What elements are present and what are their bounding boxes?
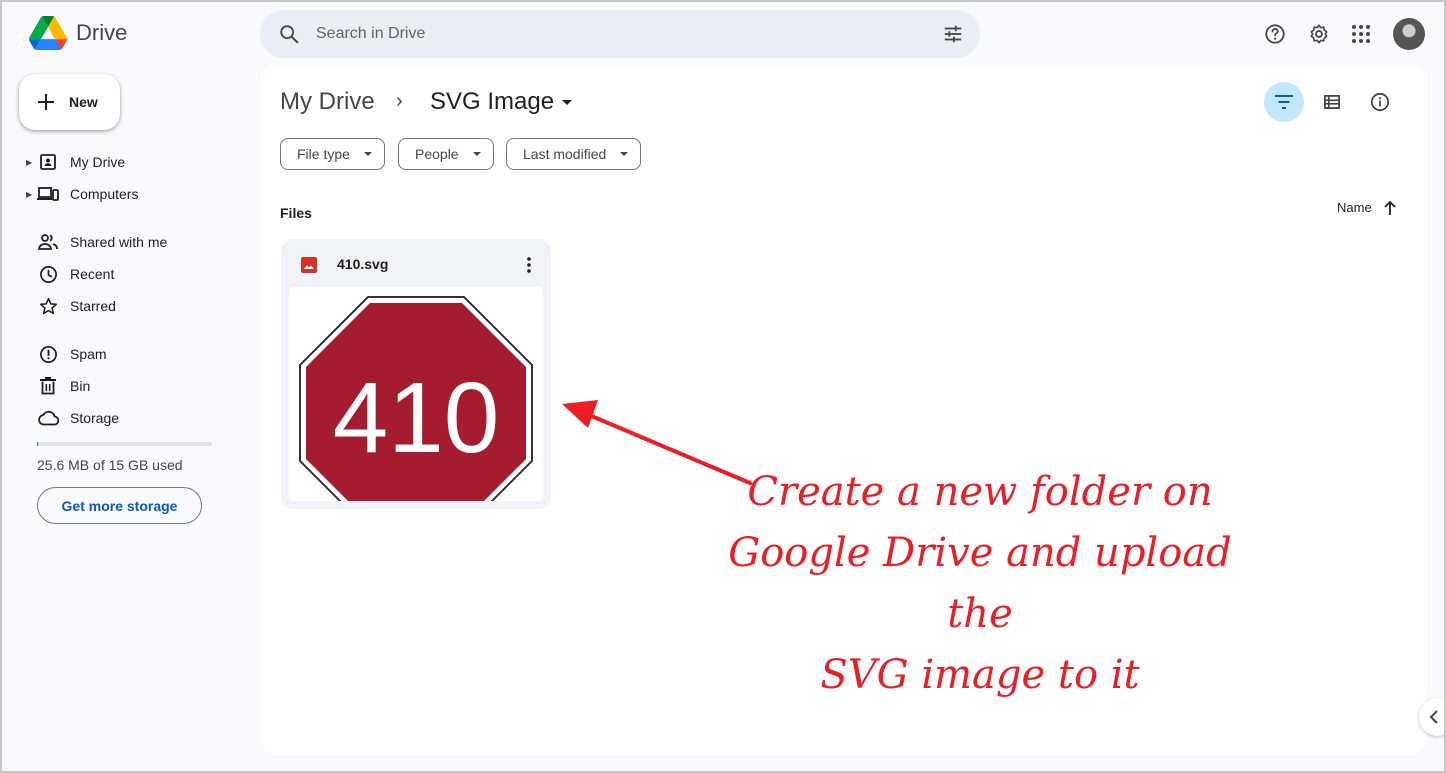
sidebar-item-bin[interactable]: Bin <box>26 372 90 400</box>
sort-label: Name <box>1337 200 1372 215</box>
info-icon <box>1370 92 1390 112</box>
chevron-left-icon <box>1429 710 1438 724</box>
search-bar[interactable] <box>260 10 980 58</box>
storage-usage-bar <box>37 442 212 446</box>
filter-label: File type <box>297 146 350 162</box>
stop-sign-410-image: 410 <box>299 296 533 501</box>
sidebar-item-spam[interactable]: Spam <box>26 340 107 368</box>
sidebar-item-recent[interactable]: Recent <box>26 260 114 288</box>
expand-caret-icon[interactable]: ▶ <box>26 190 36 199</box>
search-options-icon[interactable] <box>942 23 964 50</box>
list-view-icon <box>1324 95 1340 109</box>
sidebar-item-storage[interactable]: Storage <box>26 404 119 432</box>
plus-icon <box>38 94 54 110</box>
sidebar-item-label: Recent <box>70 266 115 282</box>
file-card[interactable]: 410.svg 410 <box>281 239 551 509</box>
help-icon[interactable] <box>1255 14 1295 54</box>
sidebar-item-label: Storage <box>70 410 120 426</box>
sidebar-item-label: My Drive <box>70 154 126 170</box>
folder-menu-dropdown-icon[interactable] <box>562 99 573 105</box>
spam-alert-icon <box>36 342 60 366</box>
filter-people-button[interactable]: People <box>398 138 494 170</box>
filter-label: Last modified <box>523 146 607 162</box>
thumbnail-text: 410 <box>333 362 500 474</box>
sidebar-item-label: Shared with me <box>70 234 168 250</box>
files-section-heading: Files <box>280 205 312 221</box>
sidebar-item-computers[interactable]: ▶ Computers <box>26 180 138 208</box>
apps-grid-icon[interactable] <box>1341 14 1381 54</box>
account-avatar[interactable] <box>1393 18 1425 50</box>
app-name: Drive <box>76 20 128 45</box>
image-file-icon <box>301 257 317 273</box>
current-folder-name: SVG Image <box>430 88 555 115</box>
settings-gear-icon[interactable] <box>1299 14 1339 54</box>
sidebar-item-my-drive[interactable]: ▶ My Drive <box>26 148 125 176</box>
dropdown-arrow-icon <box>363 152 372 156</box>
sidebar-item-label: Computers <box>70 186 139 202</box>
drive-logo-icon <box>29 16 68 50</box>
new-button[interactable]: New <box>19 74 120 130</box>
dropdown-arrow-icon <box>472 152 481 156</box>
new-button-label: New <box>69 94 98 110</box>
file-thumbnail[interactable]: 410 <box>289 287 543 501</box>
annotation-text: Create a new folder on Google Drive and … <box>690 462 1270 706</box>
sidebar-item-starred[interactable]: Starred <box>26 292 116 320</box>
sidebar-item-label: Bin <box>70 378 91 394</box>
filter-label: People <box>415 146 459 162</box>
filter-view-toggle-button[interactable] <box>1264 82 1304 122</box>
details-info-button[interactable] <box>1360 82 1400 122</box>
sidebar-item-label: Starred <box>70 298 116 314</box>
sort-by-name-button[interactable]: Name <box>1337 200 1396 215</box>
list-view-button[interactable] <box>1312 82 1352 122</box>
annotation-line: Google Drive and upload the <box>728 530 1232 637</box>
sidebar-item-label: Spam <box>70 346 107 362</box>
clock-icon <box>36 262 60 286</box>
star-icon <box>36 294 60 318</box>
drive-logo[interactable]: Drive <box>28 16 127 50</box>
my-drive-icon <box>36 150 60 174</box>
search-icon[interactable] <box>278 23 300 50</box>
storage-usage-text: 25.6 MB of 15 GB used <box>37 457 183 473</box>
sort-ascending-arrow-icon[interactable] <box>1384 200 1396 215</box>
get-more-storage-button[interactable]: Get more storage <box>37 487 202 524</box>
filter-file-type-button[interactable]: File type <box>280 138 385 170</box>
sidebar-item-shared[interactable]: Shared with me <box>26 228 167 256</box>
annotation-line: Create a new folder on <box>747 469 1213 515</box>
breadcrumb-separator-icon: › <box>396 90 403 112</box>
dropdown-arrow-icon <box>620 152 629 156</box>
computers-icon <box>36 182 60 206</box>
cloud-icon <box>36 406 60 430</box>
more-actions-icon[interactable] <box>519 253 539 277</box>
filter-last-modified-button[interactable]: Last modified <box>506 138 642 170</box>
filter-icon <box>1275 95 1293 109</box>
annotation-line: SVG image to it <box>820 652 1140 698</box>
people-icon <box>36 230 60 254</box>
expand-caret-icon[interactable]: ▶ <box>26 158 36 167</box>
file-name: 410.svg <box>337 256 389 272</box>
breadcrumb-current-folder[interactable]: SVG Image <box>430 88 573 116</box>
storage-usage-fill <box>37 442 38 446</box>
breadcrumb-my-drive[interactable]: My Drive <box>280 88 375 116</box>
trash-bin-icon <box>36 374 60 398</box>
search-input[interactable] <box>316 10 916 58</box>
